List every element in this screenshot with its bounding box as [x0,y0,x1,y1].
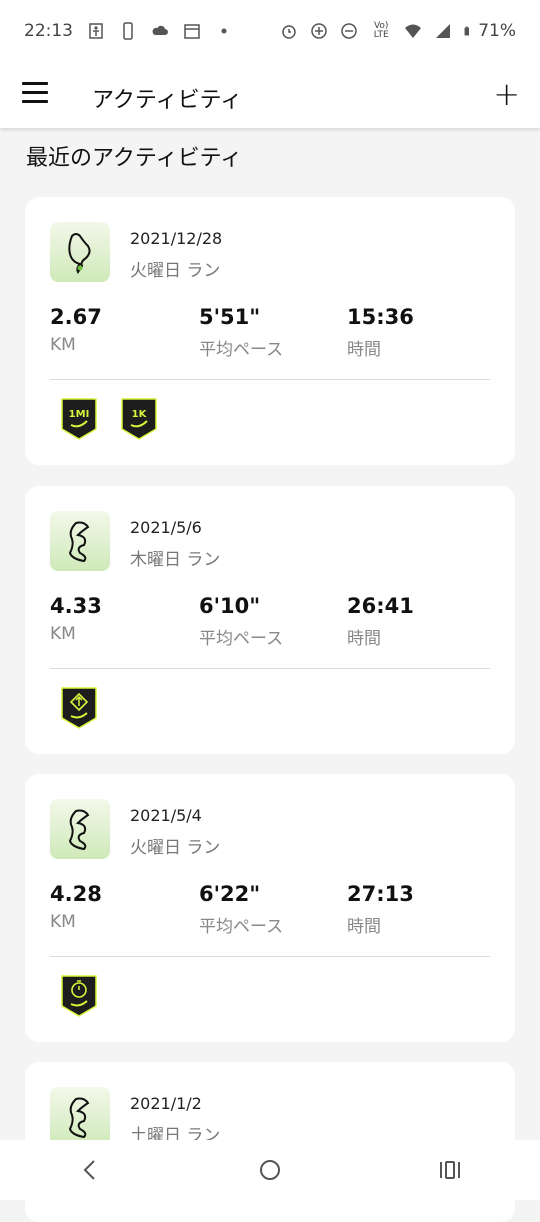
activity-date: 2021/5/6 [130,518,202,537]
route-map-thumbnail [50,799,110,859]
badge-1k-icon[interactable]: 1K [120,397,158,441]
direction-badge-icon[interactable] [60,686,98,730]
signal-icon [436,24,451,38]
duration-label: 時間 [347,917,381,937]
page-title: アクティビティ [92,88,243,113]
dot-icon [221,28,227,34]
wifi-icon [405,24,422,38]
activity-card[interactable]: 2021/5/4 火曜日 ラン 4.28 KM 6'22" 平均ペース 27:1… [25,774,515,1042]
duration-value: 27:13 [347,882,414,906]
distance-label: KM [50,912,76,932]
battery-percent: 71% [478,21,516,41]
cloud-icon [152,25,168,35]
distance-stat: 4.28 KM [50,882,102,932]
recents-icon[interactable] [430,1150,470,1190]
pace-value: 5'51" [199,305,261,329]
route-icon [68,809,90,851]
hamburger-icon[interactable] [22,82,48,104]
card-divider [50,668,490,669]
do-not-disturb-icon [341,23,357,39]
route-icon [68,233,91,274]
duration-value: 15:36 [347,305,414,329]
card-divider [50,379,490,380]
duration-stat: 26:41 時間 [347,594,414,649]
phone-icon [123,22,133,40]
distance-value: 4.28 [50,882,102,906]
system-nav-bar [0,1140,540,1200]
route-map-thumbnail [50,1087,110,1147]
duration-value: 26:41 [347,594,414,618]
distance-label: KM [50,335,76,355]
duration-stat: 27:13 時間 [347,882,414,937]
activity-date: 2021/12/28 [130,229,223,248]
card-divider [50,956,490,957]
calendar-icon [184,24,200,39]
pace-label: 平均ペース [199,917,284,937]
duration-label: 時間 [347,340,381,360]
back-icon[interactable] [70,1150,110,1190]
distance-stat: 2.67 KM [50,305,102,355]
app-bar: アクティビティ + [0,62,540,128]
pace-value: 6'22" [199,882,261,906]
activity-day: 木曜日 ラン [130,550,221,570]
activity-card[interactable]: 2021/12/28 火曜日 ラン 2.67 KM 5'51" 平均ペース 15… [25,197,515,465]
activity-date: 2021/1/2 [130,1094,202,1113]
distance-stat: 4.33 KM [50,594,102,644]
pace-stat: 6'10" 平均ペース [199,594,283,649]
distance-label: KM [50,624,76,644]
accessibility-icon [89,23,103,39]
route-icon [68,1097,90,1139]
route-map-thumbnail [50,511,110,571]
activity-card[interactable]: 2021/5/6 木曜日 ラン 4.33 KM 6'10" 平均ペース 26:4… [25,486,515,754]
activity-day: 火曜日 ラン [130,261,221,281]
duration-stat: 15:36 時間 [347,305,414,360]
pace-value: 6'10" [199,594,261,618]
badge-row [60,686,98,730]
route-map-thumbnail [50,222,110,282]
badge-1k-label: 1K [132,409,148,420]
badge-1mi-icon[interactable]: 1MI [60,397,98,441]
activity-day: 火曜日 ラン [130,838,221,858]
stopwatch-badge-icon[interactable] [60,974,98,1018]
pace-label: 平均ペース [199,629,284,649]
badge-1mi-label: 1MI [69,409,90,420]
pace-label: 平均ペース [199,340,284,360]
activity-date: 2021/5/4 [130,806,202,825]
duration-label: 時間 [347,629,381,649]
section-title: 最近のアクティビティ [26,146,243,171]
plus-icon[interactable]: + [493,78,520,110]
home-icon[interactable] [250,1150,290,1190]
volte-label: Vo) LTE [373,21,389,40]
badge-row: 1MI 1K [60,397,158,441]
pace-stat: 6'22" 平均ペース [199,882,283,937]
route-icon [68,521,90,563]
distance-value: 2.67 [50,305,102,329]
status-bar: 22:13 Vo) LTE 71% [0,0,540,62]
distance-value: 4.33 [50,594,102,618]
status-time: 22:13 [24,21,73,41]
data-saver-icon [311,23,327,39]
pace-stat: 5'51" 平均ペース [199,305,283,360]
alarm-icon [282,25,296,39]
battery-icon [464,26,470,36]
badge-row [60,974,98,1018]
